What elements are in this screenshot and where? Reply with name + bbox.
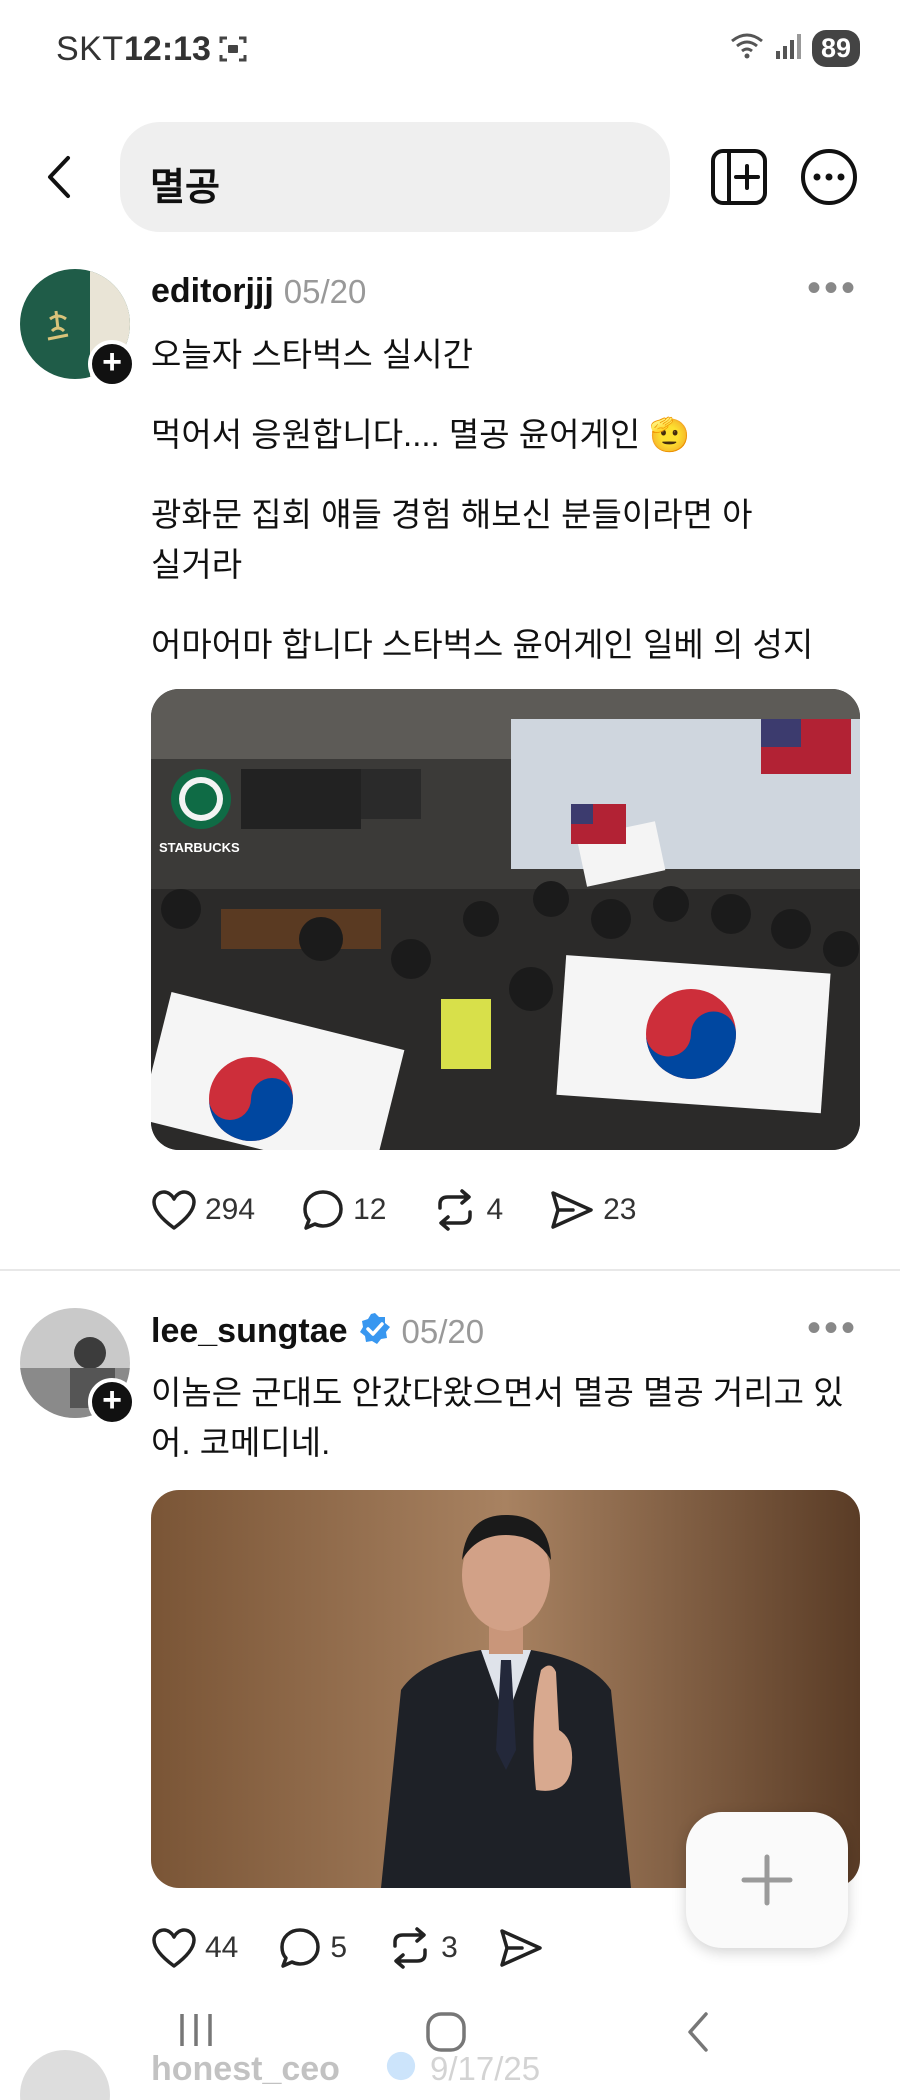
repost-button[interactable]: 3 bbox=[387, 1926, 458, 1970]
search-query: 멸공 bbox=[150, 167, 220, 209]
post-more-icon[interactable]: ••• bbox=[807, 1306, 858, 1351]
follow-plus-icon[interactable]: + bbox=[88, 1378, 136, 1426]
share-button[interactable] bbox=[498, 1927, 552, 1969]
post-actions: 294 12 4 23 bbox=[151, 1188, 683, 1232]
battery-indicator: 89 bbox=[811, 30, 860, 67]
post-header: editorjjj 05/20 bbox=[151, 272, 366, 311]
share-count: 23 bbox=[603, 1193, 637, 1226]
post-paragraph: 어마어마 합니다 스타벅스 윤어게인 일베 의 성지 bbox=[151, 626, 814, 663]
signal-icon bbox=[774, 33, 802, 64]
post-more-icon[interactable]: ••• bbox=[807, 266, 858, 311]
chevron-left-icon bbox=[48, 156, 70, 198]
post-paragraph: 이놈은 군대도 안갔다왔으면서 멸공 멸공 거리고 있어. 코메디네. bbox=[151, 1374, 844, 1461]
top-bar: 멸공 bbox=[0, 120, 900, 232]
share-button[interactable]: 23 bbox=[549, 1189, 637, 1231]
post-divider bbox=[0, 1269, 900, 1271]
repost-button[interactable]: 4 bbox=[432, 1188, 503, 1232]
comment-icon bbox=[280, 1928, 321, 1968]
post-paragraph: 먹어서 응원합니다.... 멸공 윤어게인 🫡 bbox=[151, 416, 691, 453]
comment-icon bbox=[303, 1190, 343, 1230]
back-button[interactable] bbox=[38, 152, 82, 202]
comment-count: 5 bbox=[330, 1931, 348, 1964]
more-options-button[interactable] bbox=[800, 148, 858, 206]
post-header: lee_sungtae 05/20 bbox=[151, 1312, 484, 1351]
comment-count: 12 bbox=[353, 1193, 387, 1226]
username[interactable]: lee_sungtae bbox=[151, 1312, 348, 1351]
verified-badge-icon bbox=[358, 1312, 392, 1351]
add-column-icon bbox=[711, 149, 767, 205]
create-post-button[interactable] bbox=[686, 1812, 848, 1948]
post-date: 05/20 bbox=[401, 1312, 485, 1350]
status-bar: SKT 12:13 89 bbox=[0, 0, 900, 100]
starbucks-sign: STARBUCKS bbox=[159, 840, 240, 855]
comment-button[interactable]: 5 bbox=[278, 1926, 347, 1970]
like-count: 294 bbox=[205, 1193, 256, 1226]
plus-icon bbox=[741, 1854, 793, 1906]
screenshot-icon bbox=[218, 34, 248, 69]
post-paragraph: 오늘자 스타벅스 실시간 bbox=[151, 336, 473, 373]
add-feed-button[interactable] bbox=[710, 148, 768, 206]
post-text: 오늘자 스타벅스 실시간 먹어서 응원합니다.... 멸공 윤어게인 🫡 광화문… bbox=[151, 330, 881, 700]
heart-icon bbox=[152, 1928, 196, 1968]
send-icon bbox=[500, 1929, 542, 1967]
repost-count: 3 bbox=[441, 1931, 458, 1964]
like-count: 44 bbox=[205, 1931, 239, 1964]
system-back-button[interactable] bbox=[682, 2010, 714, 2059]
follow-plus-icon[interactable]: + bbox=[88, 340, 136, 388]
repost-count: 4 bbox=[486, 1193, 504, 1226]
recent-apps-button[interactable] bbox=[176, 2010, 216, 2055]
post-date: 05/20 bbox=[283, 272, 367, 310]
more-circle-icon bbox=[801, 149, 857, 205]
repost-icon bbox=[438, 1189, 473, 1231]
avatar bbox=[20, 2050, 110, 2100]
username: honest_ceo bbox=[151, 2050, 340, 2088]
chevron-left-icon bbox=[688, 2012, 708, 2052]
username[interactable]: editorjjj bbox=[151, 272, 274, 311]
carrier-label: SKT bbox=[56, 30, 124, 68]
search-input[interactable]: 멸공 bbox=[120, 122, 670, 232]
comment-button[interactable]: 12 bbox=[301, 1188, 386, 1232]
heart-icon bbox=[152, 1190, 196, 1230]
repost-icon bbox=[393, 1927, 427, 1969]
verified-badge-icon bbox=[385, 2050, 417, 2087]
recent-apps-icon bbox=[180, 2014, 212, 2046]
home-button[interactable] bbox=[424, 2010, 468, 2059]
status-time: 12:13 bbox=[124, 30, 211, 68]
post-image[interactable]: STARBUCKS bbox=[151, 689, 860, 1150]
home-icon bbox=[426, 2012, 466, 2052]
send-icon bbox=[551, 1191, 593, 1229]
like-button[interactable]: 44 bbox=[151, 1927, 238, 1969]
post-actions: 44 5 3 bbox=[151, 1926, 598, 1970]
system-nav-bar: honest_ceo 9/17/25 bbox=[0, 1990, 900, 2100]
like-button[interactable]: 294 bbox=[151, 1189, 255, 1231]
wifi-icon bbox=[730, 32, 764, 65]
post-paragraph: 광화문 집회 얘들 경험 해보신 분들이라면 아실거라 bbox=[151, 496, 753, 583]
post-text: 이놈은 군대도 안갔다왔으면서 멸공 멸공 거리고 있어. 코메디네. bbox=[151, 1368, 866, 1498]
